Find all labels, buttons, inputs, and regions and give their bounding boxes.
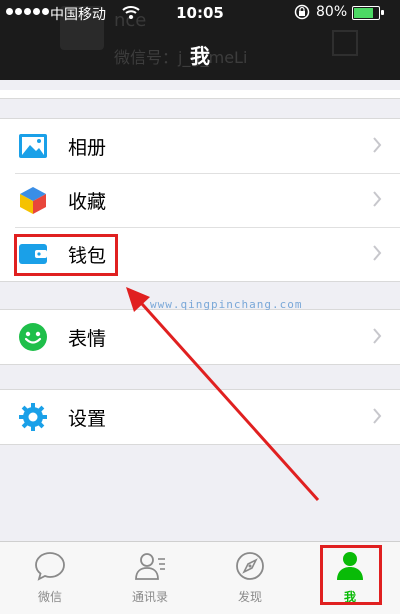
tab-label: 通讯录 bbox=[131, 590, 168, 604]
tab-contacts[interactable]: 通讯录 bbox=[100, 542, 200, 614]
menu-item-wallet[interactable]: 钱包 bbox=[0, 227, 400, 281]
favorites-cube-icon bbox=[20, 187, 46, 214]
chat-bubble-icon bbox=[35, 552, 65, 581]
menu-item-album[interactable]: 相册 bbox=[0, 119, 400, 173]
tab-me[interactable]: 我 bbox=[300, 542, 400, 614]
battery-percent: 80% bbox=[316, 4, 348, 20]
menu-item-favorites[interactable]: 收藏 bbox=[0, 173, 400, 227]
battery-icon bbox=[352, 6, 380, 20]
person-icon bbox=[337, 552, 363, 580]
top-header: nce 微信号：j_g_meLi 中国移动 10:05 80% 我 bbox=[0, 0, 400, 80]
bottom-tab-bar: 微信 通讯录 发现 我 bbox=[0, 541, 400, 614]
chevron-right-icon bbox=[373, 245, 382, 261]
menu-group-3: 设置 bbox=[0, 389, 400, 445]
tab-label: 微信 bbox=[37, 590, 62, 604]
settings-gear-icon bbox=[19, 403, 47, 431]
menu-item-label: 钱包 bbox=[68, 245, 107, 267]
contacts-icon bbox=[135, 553, 165, 580]
menu-item-label: 表情 bbox=[68, 328, 107, 350]
wallet-icon bbox=[19, 244, 47, 264]
menu-group-2: 表情 bbox=[0, 309, 400, 365]
rotation-lock-icon bbox=[294, 4, 310, 20]
chevron-right-icon bbox=[373, 408, 382, 424]
menu-group-1: 相册 收藏 钱包 bbox=[0, 118, 400, 282]
menu-item-label: 收藏 bbox=[68, 191, 107, 213]
spacer bbox=[0, 80, 400, 90]
menu-item-label: 相册 bbox=[68, 137, 107, 159]
page-title: 我 bbox=[190, 44, 210, 68]
chevron-right-icon bbox=[373, 137, 382, 153]
menu-item-emoji[interactable]: 表情 bbox=[0, 310, 400, 364]
tab-discover[interactable]: 发现 bbox=[200, 542, 300, 614]
tab-chats[interactable]: 微信 bbox=[0, 542, 100, 614]
chevron-right-icon bbox=[373, 328, 382, 344]
menu-item-label: 设置 bbox=[68, 408, 107, 430]
menu-item-settings[interactable]: 设置 bbox=[0, 390, 400, 444]
profile-card-edge bbox=[0, 90, 400, 99]
emoji-smiley-icon bbox=[19, 323, 47, 351]
status-bar: 中国移动 10:05 80% bbox=[0, 0, 400, 26]
chevron-right-icon bbox=[373, 191, 382, 207]
tab-label: 我 bbox=[343, 590, 356, 604]
tab-label: 发现 bbox=[237, 590, 262, 604]
photo-album-icon bbox=[19, 134, 47, 158]
compass-icon bbox=[236, 552, 264, 580]
watermark-text: www.qingpinchang.com bbox=[150, 298, 303, 311]
battery-tip bbox=[381, 10, 384, 15]
